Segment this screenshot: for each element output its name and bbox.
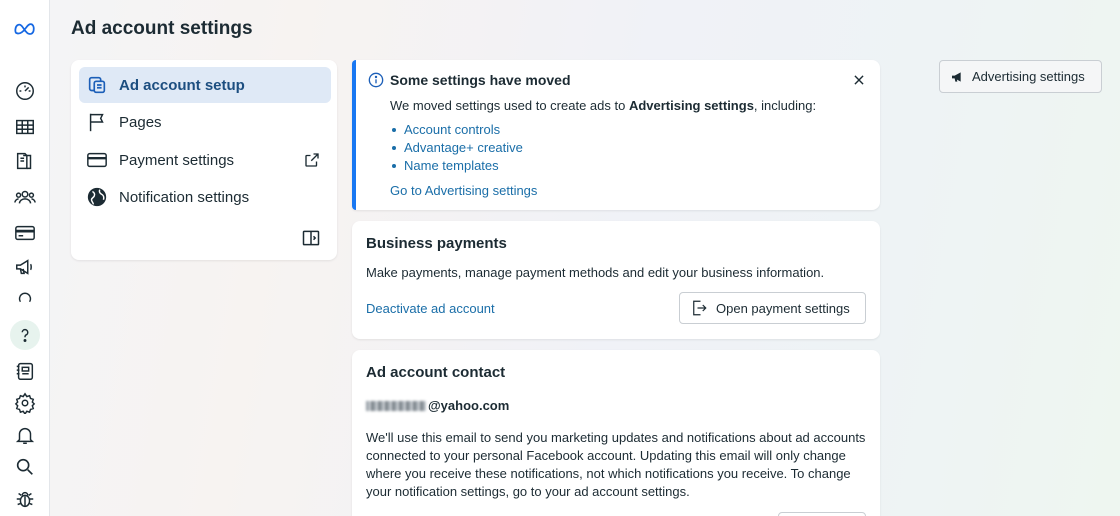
notice-title: Some settings have moved	[390, 72, 571, 88]
ad-account-contact-title: Ad account contact	[366, 364, 506, 381]
external-link-icon	[305, 153, 319, 167]
sidebar-item-pages[interactable]: Pages	[79, 104, 331, 140]
ad-account-contact-card: Ad account contact @yahoo.com We'll use …	[352, 350, 880, 516]
business-payments-card: Business payments Make payments, manage …	[352, 221, 880, 339]
nav-rail	[0, 0, 50, 516]
settings-sidebar: Ad account setup Pages Payment settings …	[71, 60, 337, 260]
advertising-settings-label: Advertising settings	[972, 69, 1085, 84]
bell-icon[interactable]	[10, 420, 40, 450]
sidebar-item-notification-settings[interactable]: Notification settings	[79, 179, 331, 215]
sidebar-item-label: Payment settings	[119, 151, 235, 169]
bug-icon[interactable]	[10, 484, 40, 514]
business-payments-description: Make payments, manage payment methods an…	[366, 265, 825, 280]
advertising-settings-button[interactable]: Advertising settings	[939, 60, 1102, 93]
audience-icon[interactable]	[10, 182, 40, 212]
notice-text-suffix: , including:	[753, 98, 817, 113]
list-item-advantage-creative[interactable]: Advantage+ creative	[390, 140, 523, 158]
flag-icon	[85, 110, 109, 134]
loading-icon	[10, 284, 40, 314]
table-icon[interactable]	[10, 112, 40, 142]
collapse-panel-icon[interactable]	[301, 228, 321, 248]
notice-text-prefix: We moved settings used to create ads to	[390, 98, 629, 113]
notice-text: We moved settings used to create ads to …	[390, 98, 816, 113]
exit-icon	[693, 300, 707, 316]
contact-description: We'll use this email to send you marketi…	[366, 430, 866, 499]
sidebar-item-payment-settings[interactable]: Payment settings	[79, 142, 331, 178]
sidebar-item-label: Notification settings	[119, 188, 250, 206]
sidebar-item-label: Pages	[119, 113, 162, 131]
list-item-account-controls[interactable]: Account controls	[390, 122, 523, 140]
moved-settings-list: Account controls Advantage+ creative Nam…	[390, 122, 523, 176]
sidebar-item-ad-account-setup[interactable]: Ad account setup	[79, 67, 331, 103]
open-payment-settings-button[interactable]: Open payment settings	[679, 292, 866, 324]
open-payment-settings-label: Open payment settings	[716, 300, 850, 316]
settings-gear-icon[interactable]	[10, 388, 40, 418]
go-to-advertising-settings-link[interactable]: Go to Advertising settings	[390, 183, 537, 198]
meta-logo[interactable]	[10, 14, 40, 44]
page-title: Ad account settings	[71, 18, 253, 39]
dashboard-icon[interactable]	[10, 76, 40, 106]
credit-card-icon	[85, 148, 109, 172]
info-icon	[368, 72, 384, 88]
deactivate-ad-account-link[interactable]: Deactivate ad account	[366, 301, 495, 316]
help-icon[interactable]	[10, 320, 40, 350]
sidebar-item-label: Ad account setup	[119, 76, 245, 94]
globe-icon	[85, 185, 109, 209]
edit-contact-button[interactable]	[778, 512, 866, 516]
close-icon[interactable]	[852, 73, 866, 87]
megaphone-icon	[952, 71, 961, 82]
settings-moved-notice: Some settings have moved We moved settin…	[352, 60, 880, 210]
list-item-name-templates[interactable]: Name templates	[390, 158, 523, 176]
ad-account-icon	[85, 73, 109, 97]
report-icon[interactable]	[10, 356, 40, 386]
megaphone-icon[interactable]	[10, 252, 40, 282]
contact-email-domain: @yahoo.com	[428, 398, 510, 413]
notice-text-bold: Advertising settings	[628, 98, 754, 113]
contact-email: @yahoo.com	[366, 398, 509, 413]
business-payments-title: Business payments	[366, 235, 507, 252]
billing-icon[interactable]	[10, 218, 40, 248]
catalog-icon[interactable]	[10, 146, 40, 176]
redacted-email-user	[366, 400, 426, 411]
search-icon[interactable]	[10, 452, 40, 482]
